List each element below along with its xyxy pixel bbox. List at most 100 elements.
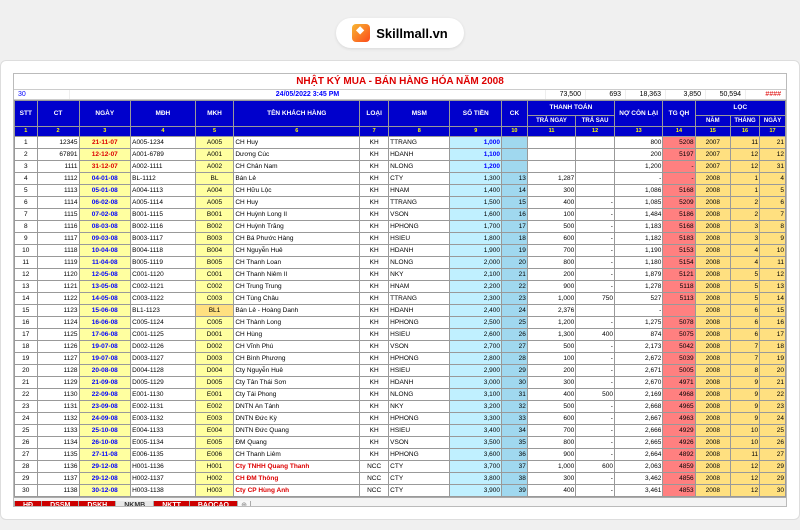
cell-thang[interactable]: 9 bbox=[731, 389, 760, 401]
cell-ct[interactable]: 1122 bbox=[37, 293, 79, 305]
cell-no[interactable]: 1,086 bbox=[614, 185, 662, 197]
col-thanhtoan[interactable]: THANH TOÁN bbox=[527, 101, 614, 116]
table-row[interactable]: 3111131-12-07A002-1111A002CH Chân NamKHN… bbox=[15, 161, 786, 173]
cell-ct[interactable]: 1125 bbox=[37, 329, 79, 341]
cell-ts[interactable]: - bbox=[576, 413, 615, 425]
cell-nam[interactable]: 2008 bbox=[695, 293, 730, 305]
cell-ct[interactable]: 1115 bbox=[37, 209, 79, 221]
cell-loai[interactable]: KH bbox=[360, 365, 389, 377]
cell-tn[interactable]: 500 bbox=[527, 401, 575, 413]
cell-msm[interactable]: HDANH bbox=[389, 149, 450, 161]
cell-tien[interactable]: 2,800 bbox=[450, 353, 502, 365]
cell-loai[interactable]: KH bbox=[360, 413, 389, 425]
cell-no[interactable]: 2,668 bbox=[614, 401, 662, 413]
cell-tn[interactable]: 800 bbox=[527, 437, 575, 449]
cell-tg[interactable]: 5208 bbox=[663, 137, 695, 149]
cell-ngayf[interactable]: 29 bbox=[760, 461, 786, 473]
cell-mkh[interactable]: B002 bbox=[195, 221, 234, 233]
cell-thang[interactable]: 8 bbox=[731, 365, 760, 377]
cell-ct[interactable]: 1129 bbox=[37, 377, 79, 389]
cell-tg[interactable]: 5168 bbox=[663, 185, 695, 197]
cell-no[interactable]: - bbox=[614, 305, 662, 317]
cell-loai[interactable]: KH bbox=[360, 449, 389, 461]
cell-stt[interactable]: 3 bbox=[15, 161, 38, 173]
cell-ck[interactable]: 31 bbox=[502, 389, 528, 401]
cell-ct[interactable]: 1121 bbox=[37, 281, 79, 293]
cell-ct[interactable]: 1127 bbox=[37, 353, 79, 365]
table-row[interactable]: 4111204-01-08BL-1112BLBán LẻKHCTY1,30013… bbox=[15, 173, 786, 185]
cell-mkh[interactable]: E004 bbox=[195, 425, 234, 437]
cell-mkh[interactable]: H001 bbox=[195, 461, 234, 473]
cell-tn[interactable]: 100 bbox=[527, 353, 575, 365]
cell-nam[interactable]: 2008 bbox=[695, 305, 730, 317]
cell-thang[interactable]: 9 bbox=[731, 377, 760, 389]
cell-ct[interactable]: 1130 bbox=[37, 389, 79, 401]
cell-ct[interactable]: 67891 bbox=[37, 149, 79, 161]
cell-nam[interactable]: 2008 bbox=[695, 413, 730, 425]
cell-mkh[interactable]: A005 bbox=[195, 137, 234, 149]
cell-tg[interactable]: 5197 bbox=[663, 149, 695, 161]
cell-mdh[interactable]: A001-6789 bbox=[131, 149, 196, 161]
cell-no[interactable]: 1,180 bbox=[614, 257, 662, 269]
cell-loai[interactable]: KH bbox=[360, 389, 389, 401]
cell-tg[interactable]: 5005 bbox=[663, 365, 695, 377]
col-mdh[interactable]: MĐH bbox=[131, 101, 196, 127]
cell-tien[interactable]: 2,400 bbox=[450, 305, 502, 317]
table-row[interactable]: 26113426-10-08E005-1134E005ĐM QuangKHVSO… bbox=[15, 437, 786, 449]
cell-kh[interactable]: CH Huỳnh Long II bbox=[234, 209, 360, 221]
cell-mdh[interactable]: C005-1124 bbox=[131, 317, 196, 329]
cell-kh[interactable]: Cty TNHH Quang Thanh bbox=[234, 461, 360, 473]
cell-no[interactable]: 527 bbox=[614, 293, 662, 305]
col-loai[interactable]: LOẠI bbox=[360, 101, 389, 127]
cell-ts[interactable]: - bbox=[576, 353, 615, 365]
cell-tien[interactable]: 2,900 bbox=[450, 365, 502, 377]
cell-tg[interactable] bbox=[663, 305, 695, 317]
cell-kh[interactable]: DNTN Đức Quang bbox=[234, 425, 360, 437]
cell-ct[interactable]: 12345 bbox=[37, 137, 79, 149]
cell-ct[interactable]: 1135 bbox=[37, 449, 79, 461]
cell-tn[interactable]: 300 bbox=[527, 473, 575, 485]
col-trasau[interactable]: TRẢ SAU bbox=[576, 116, 615, 127]
cell-tn[interactable]: 1,300 bbox=[527, 329, 575, 341]
cell-kh[interactable]: CH Vĩnh Phú bbox=[234, 341, 360, 353]
cell-nam[interactable]: 2008 bbox=[695, 221, 730, 233]
cell-tg[interactable]: 5113 bbox=[663, 293, 695, 305]
cell-ts[interactable]: - bbox=[576, 377, 615, 389]
cell-tn[interactable]: 200 bbox=[527, 365, 575, 377]
cell-tn[interactable] bbox=[527, 137, 575, 149]
cell-ck[interactable]: 37 bbox=[502, 461, 528, 473]
cell-stt[interactable]: 22 bbox=[15, 389, 38, 401]
cell-tg[interactable]: 4853 bbox=[663, 485, 695, 497]
cell-mkh[interactable]: A002 bbox=[195, 161, 234, 173]
cell-stt[interactable]: 18 bbox=[15, 341, 38, 353]
cell-tien[interactable]: 2,200 bbox=[450, 281, 502, 293]
cell-ct[interactable]: 1120 bbox=[37, 269, 79, 281]
cell-thang[interactable]: 12 bbox=[731, 161, 760, 173]
cell-ngay[interactable]: 11-04-08 bbox=[79, 257, 131, 269]
cell-ngay[interactable]: 21-09-08 bbox=[79, 377, 131, 389]
cell-msm[interactable]: TTRANG bbox=[389, 293, 450, 305]
cell-tn[interactable]: 800 bbox=[527, 257, 575, 269]
cell-kh[interactable]: CH Thanh Loan bbox=[234, 257, 360, 269]
cell-tg[interactable]: 4968 bbox=[663, 389, 695, 401]
cell-msm[interactable]: VSON bbox=[389, 209, 450, 221]
table-row[interactable]: 27113527-11-08E006-1135E006CH Thanh Liêm… bbox=[15, 449, 786, 461]
sheet-tab-hđ[interactable]: HĐ bbox=[14, 501, 42, 508]
cell-ngay[interactable]: 08-03-08 bbox=[79, 221, 131, 233]
cell-tg[interactable]: 5153 bbox=[663, 245, 695, 257]
cell-tien[interactable]: 2,000 bbox=[450, 257, 502, 269]
cell-msm[interactable]: HPHONG bbox=[389, 221, 450, 233]
cell-ck[interactable]: 16 bbox=[502, 209, 528, 221]
cell-thang[interactable]: 9 bbox=[731, 413, 760, 425]
cell-stt[interactable]: 8 bbox=[15, 221, 38, 233]
col-ct[interactable]: CT bbox=[37, 101, 79, 127]
cell-loai[interactable]: KH bbox=[360, 377, 389, 389]
cell-stt[interactable]: 9 bbox=[15, 233, 38, 245]
cell-ct[interactable]: 1136 bbox=[37, 461, 79, 473]
grid-body[interactable]: 11234521-11-07A005-1234A005CH HuyKHTTRAN… bbox=[15, 137, 786, 497]
cell-thang[interactable]: 4 bbox=[731, 245, 760, 257]
col-thang[interactable]: THÁNG bbox=[731, 116, 760, 127]
cell-no[interactable]: 2,671 bbox=[614, 365, 662, 377]
col-mkh[interactable]: MKH bbox=[195, 101, 234, 127]
cell-tien[interactable]: 3,700 bbox=[450, 461, 502, 473]
